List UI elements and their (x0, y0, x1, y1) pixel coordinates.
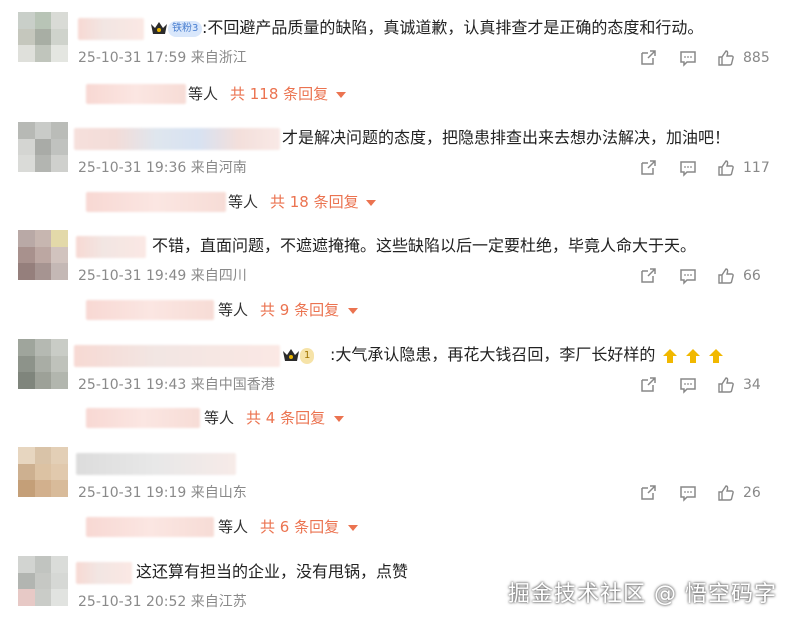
avatar[interactable] (18, 339, 68, 389)
comment-actions: 26 (595, 483, 795, 503)
share-icon[interactable] (639, 159, 657, 177)
comment-meta: 25-10-31 17:59 来自浙江 (78, 48, 247, 68)
like-count: 885 (743, 50, 770, 66)
like-icon[interactable] (717, 267, 735, 285)
share-icon[interactable] (639, 267, 657, 285)
comment-actions: 885 (595, 48, 795, 68)
username-blurred[interactable] (76, 562, 132, 584)
location: 来自四川 (190, 268, 247, 284)
like-icon[interactable] (717, 376, 735, 394)
chevron-down-icon[interactable] (336, 92, 346, 98)
timestamp: 25-10-31 19:49 (78, 268, 187, 284)
comment-icon[interactable] (679, 49, 697, 67)
username-blurred[interactable] (74, 345, 280, 367)
avatar[interactable] (18, 122, 68, 172)
username-blurred[interactable] (78, 18, 144, 40)
reply-users-blurred (86, 517, 214, 537)
location: 来自浙江 (190, 50, 247, 66)
reply-users-blurred (86, 300, 214, 320)
avatar[interactable] (18, 447, 68, 497)
thumbs-up-emoji-icon (708, 348, 723, 363)
reply-users-blurred (86, 84, 186, 104)
username-blurred[interactable] (74, 128, 280, 150)
watermark: 掘金技术社区 @ 悟空码字 (508, 582, 777, 607)
chevron-down-icon[interactable] (348, 525, 358, 531)
reply-count[interactable]: 共 18 条回复 (270, 190, 359, 214)
reply-users-blurred (86, 408, 200, 428)
avatar[interactable] (18, 230, 68, 280)
comment-text: :不回避产品质量的缺陷，真诚道歉，认真排查才是正确的态度和行动。 (202, 18, 704, 37)
share-icon[interactable] (639, 484, 657, 502)
reply-count[interactable]: 共 9 条回复 (260, 298, 339, 322)
comment-text-content: :大气承认隐患，再花大钱召回，李厂长好样的 (330, 345, 656, 364)
fan-badge: 1 (300, 348, 315, 364)
like-count: 34 (743, 377, 761, 393)
share-icon[interactable] (639, 49, 657, 67)
avatar[interactable] (18, 556, 68, 606)
timestamp: 25-10-31 19:36 (78, 160, 187, 176)
comment-text: :大气承认隐患，再花大钱召回，李厂长好样的 (330, 343, 725, 367)
reply-count[interactable]: 共 6 条回复 (260, 515, 339, 539)
crown-icon (283, 349, 299, 361)
timestamp: 25-10-31 20:52 (78, 594, 187, 610)
chevron-down-icon[interactable] (334, 416, 344, 422)
comment-meta: 25-10-31 19:49 来自四川 (78, 266, 247, 286)
reply-label: 等人 (204, 409, 235, 427)
comment-meta: 25-10-31 19:36 来自河南 (78, 158, 247, 178)
reply-users-blurred (86, 192, 226, 212)
fan-badge: 铁粉3 (168, 21, 203, 37)
timestamp: 25-10-31 19:43 (78, 377, 187, 393)
location: 来自中国香港 (190, 377, 275, 393)
reply-label: 等人 (228, 193, 259, 211)
comment-actions: 66 (595, 266, 795, 286)
reply-label: 等人 (188, 85, 219, 103)
share-icon[interactable] (639, 376, 657, 394)
comment-icon[interactable] (679, 376, 697, 394)
comment-text: 才是解决问题的态度，把隐患排查出来去想办法解决，加油吧！ (282, 128, 731, 147)
reply-label: 等人 (218, 518, 249, 536)
reply-count[interactable]: 共 118 条回复 (230, 82, 328, 106)
like-icon[interactable] (717, 484, 735, 502)
comment-icon[interactable] (679, 484, 697, 502)
timestamp: 25-10-31 19:19 (78, 485, 187, 501)
like-icon[interactable] (717, 49, 735, 67)
like-count: 117 (743, 160, 770, 176)
comment-icon[interactable] (679, 159, 697, 177)
reply-label: 等人 (218, 301, 249, 319)
timestamp: 25-10-31 17:59 (78, 50, 187, 66)
like-icon[interactable] (717, 159, 735, 177)
comment-meta: 25-10-31 20:52 来自江苏 (78, 592, 247, 612)
location: 来自山东 (190, 485, 247, 501)
chevron-down-icon[interactable] (366, 200, 376, 206)
comment-text: 这还算有担当的企业，没有甩锅，点赞 (136, 562, 409, 581)
location: 来自江苏 (190, 594, 247, 610)
comment-meta: 25-10-31 19:19 来自山东 (78, 483, 247, 503)
like-count: 26 (743, 485, 761, 501)
like-count: 66 (743, 268, 761, 284)
comment-actions: 34 (595, 375, 795, 395)
chevron-down-icon[interactable] (348, 308, 358, 314)
location: 来自河南 (190, 160, 247, 176)
crown-icon (151, 22, 167, 34)
comment-icon[interactable] (679, 267, 697, 285)
username-blurred[interactable] (76, 453, 236, 475)
reply-count[interactable]: 共 4 条回复 (246, 406, 325, 430)
thumbs-up-emoji-icon (685, 348, 700, 363)
comment-meta: 25-10-31 19:43 来自中国香港 (78, 375, 275, 395)
thumbs-up-emoji-icon (662, 348, 677, 363)
comment-actions: 117 (595, 158, 795, 178)
avatar[interactable] (18, 12, 68, 62)
comment-text: 不错，直面问题，不遮遮掩掩。这些缺陷以后一定要杜绝，毕竟人命大于天。 (152, 236, 697, 255)
username-blurred[interactable] (76, 236, 146, 258)
